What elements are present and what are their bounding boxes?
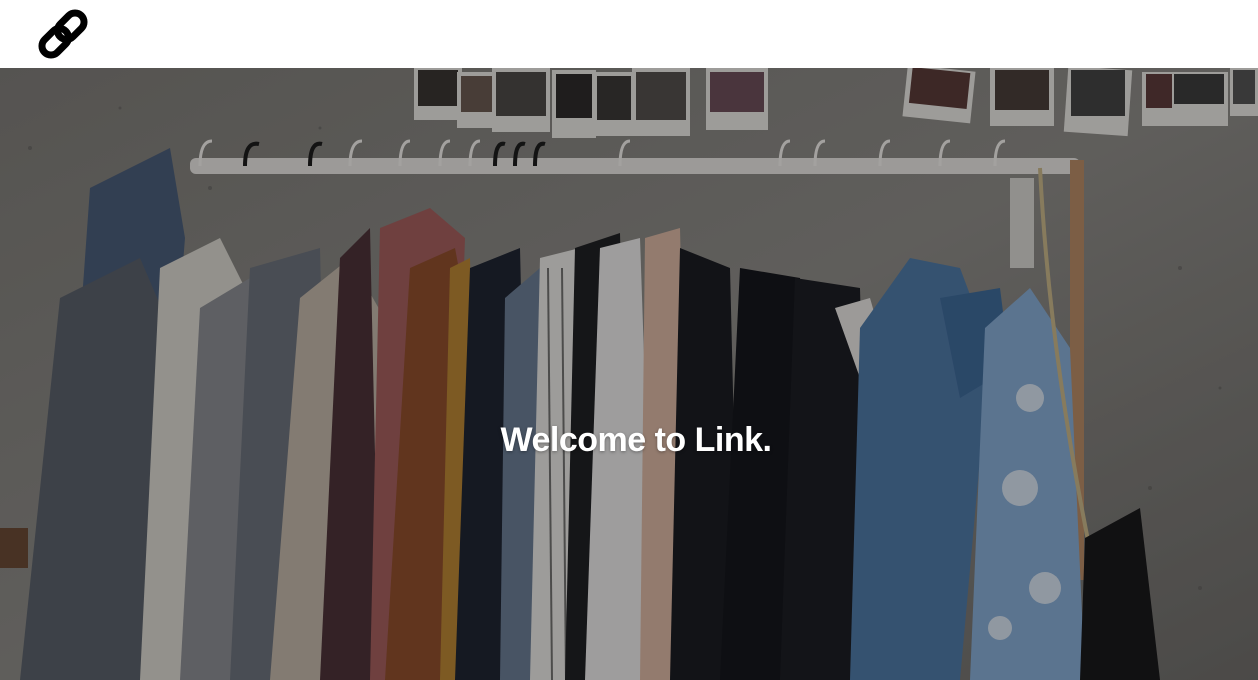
hero-banner: Welcome to Link. xyxy=(0,68,1258,680)
site-header xyxy=(0,0,1258,68)
hero-title: Welcome to Link. xyxy=(500,420,772,459)
hero-dark-overlay xyxy=(0,68,1258,680)
chain-link-icon xyxy=(38,9,88,59)
